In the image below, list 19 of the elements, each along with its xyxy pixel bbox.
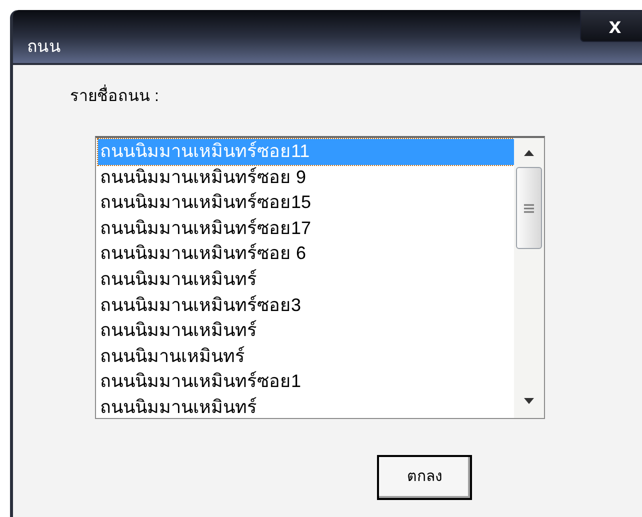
grip-icon: [524, 204, 534, 212]
list-item[interactable]: ถนนนิมานเหมินทร์: [98, 344, 514, 370]
list-item[interactable]: ถนนนิมมานเหมินทร์: [98, 318, 514, 344]
list-item[interactable]: ถนนนิมมานเหมินทร์ซอย17: [98, 216, 514, 242]
ok-button[interactable]: ตกลง: [377, 455, 472, 500]
list-item[interactable]: ถนนนิมมานเหมินทร์ซอย 9: [98, 164, 514, 190]
scroll-thumb[interactable]: [516, 167, 542, 249]
scroll-down-icon[interactable]: [524, 398, 534, 404]
list-label: รายชื่อถนน :: [70, 85, 159, 109]
list-item[interactable]: ถนนนิมมานเหมินทร์ซอย1: [98, 369, 514, 395]
scroll-up-icon[interactable]: [524, 150, 534, 156]
list-item[interactable]: ถนนนิมมานเหมินทร์: [98, 266, 514, 293]
list-item[interactable]: ถนนนิมมานเหมินทร์ซอย3: [98, 292, 514, 318]
window-title: ถนน: [27, 36, 61, 58]
list-item[interactable]: ถนนนิมมานเหมินทร์ซอย15: [98, 190, 514, 216]
close-button[interactable]: x: [580, 10, 642, 42]
list-item[interactable]: ถนนนิมมานเหมินทร์: [98, 394, 514, 418]
list-item[interactable]: ถนนนิมมานเหมินทร์ซอย 6: [98, 241, 514, 267]
scrollbar[interactable]: [514, 138, 544, 418]
